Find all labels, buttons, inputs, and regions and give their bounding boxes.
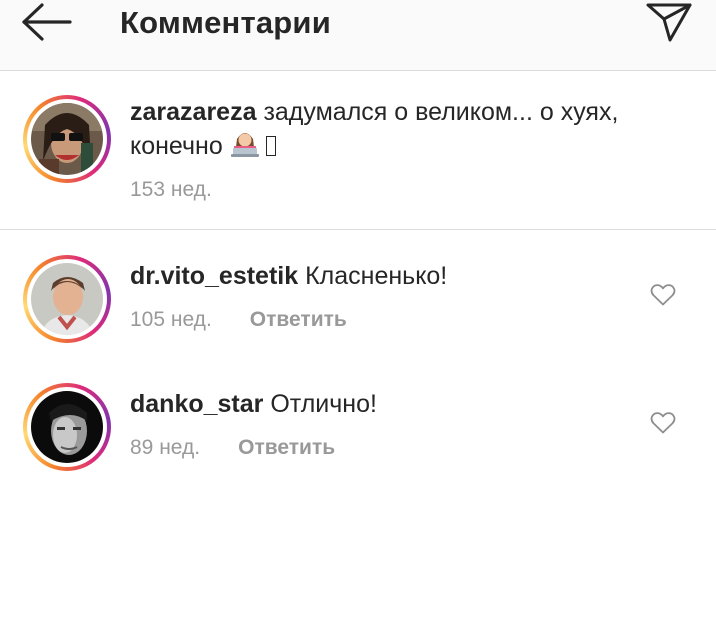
woman-at-laptop-emoji <box>230 129 260 166</box>
caption-text: zarazareza задумался о великом... о хуях… <box>130 95 630 166</box>
comment-row: dr.vito_estetik Класненько! 105 нед. Отве… <box>0 255 716 355</box>
missing-glyph-box <box>265 136 276 156</box>
post-caption: zarazareza задумался о великом... о хуях… <box>0 71 716 230</box>
caption-time: 153 нед. <box>130 178 212 201</box>
comment-time: 105 нед. <box>130 308 212 331</box>
paper-plane-icon <box>646 3 692 42</box>
avatar <box>31 391 103 463</box>
page-title: Комментарии <box>120 5 331 40</box>
like-button[interactable] <box>650 283 676 307</box>
caption-username[interactable]: zarazareza <box>130 98 256 126</box>
comment-row: danko_star Отлично! 89 нед. Ответить <box>0 383 716 483</box>
arrow-left-icon <box>22 3 72 41</box>
reply-button[interactable]: Ответить <box>238 436 335 459</box>
reply-button[interactable]: Ответить <box>250 308 347 331</box>
comment-meta: 105 нед. Ответить <box>130 308 347 332</box>
story-ring[interactable] <box>23 383 111 471</box>
story-ring[interactable] <box>23 95 111 183</box>
comment-meta: 89 нед. Ответить <box>130 436 335 460</box>
comment-username[interactable]: dr.vito_estetik <box>130 262 298 290</box>
back-button[interactable] <box>18 2 76 42</box>
comment-text: danko_star Отлично! <box>130 387 377 421</box>
heart-outline-icon <box>650 284 676 306</box>
avatar <box>31 263 103 335</box>
top-app-bar: Комментарии <box>0 0 716 71</box>
comment-body: Отлично! <box>270 390 377 418</box>
heart-outline-icon <box>650 412 676 434</box>
share-button[interactable] <box>643 0 695 44</box>
comment-time: 89 нед. <box>130 436 201 459</box>
story-ring[interactable] <box>23 255 111 343</box>
comment-body: Класненько! <box>305 262 448 290</box>
comment-text: dr.vito_estetik Класненько! <box>130 259 447 293</box>
like-button[interactable] <box>650 411 676 435</box>
avatar <box>31 103 103 175</box>
comment-username[interactable]: danko_star <box>130 390 263 418</box>
